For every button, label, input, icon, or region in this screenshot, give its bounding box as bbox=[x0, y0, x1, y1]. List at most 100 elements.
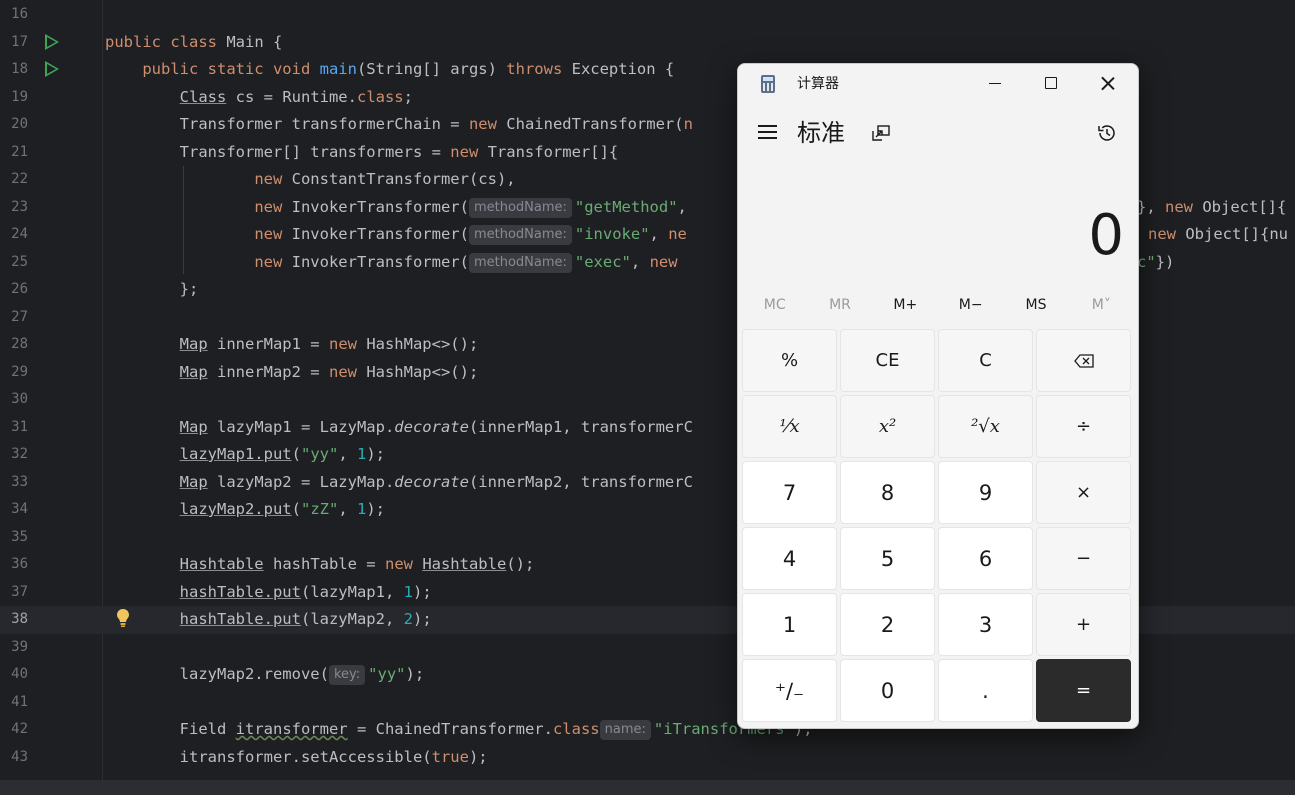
maximize-button[interactable] bbox=[1023, 64, 1079, 102]
add-button[interactable]: + bbox=[1036, 593, 1131, 656]
lightbulb-icon[interactable] bbox=[116, 608, 130, 628]
code-token: n bbox=[683, 115, 693, 133]
history-icon[interactable] bbox=[1096, 122, 1118, 144]
line-number[interactable]: 32 bbox=[0, 441, 28, 469]
calculator-window: 计算器 标准 0 MC MR M+ M− MS M˅ % CE C ⅟x x² … bbox=[737, 63, 1139, 729]
code-text: new ConstantTransformer(cs), bbox=[105, 166, 516, 194]
code-token: ConstantTransformer(cs), bbox=[291, 170, 516, 188]
code-token: HashMap<>(); bbox=[366, 362, 479, 381]
code-token: innerMap1 = bbox=[207, 335, 329, 353]
line-number[interactable]: 22 bbox=[0, 166, 28, 194]
code-token: 1 bbox=[403, 582, 413, 601]
memory-recall-button[interactable]: MR bbox=[807, 290, 872, 320]
line-number[interactable]: 34 bbox=[0, 496, 28, 524]
memory-add-button[interactable]: M+ bbox=[873, 290, 938, 320]
subtract-button[interactable]: − bbox=[1036, 527, 1131, 590]
line-number[interactable]: 25 bbox=[0, 249, 28, 277]
code-text: Field itransformer = ChainedTransformer.… bbox=[105, 716, 813, 744]
minimize-button[interactable] bbox=[967, 64, 1023, 102]
close-icon bbox=[1101, 76, 1115, 90]
line-number[interactable]: 19 bbox=[0, 84, 28, 112]
keep-on-top-icon[interactable] bbox=[872, 125, 890, 141]
decimal-button[interactable]: . bbox=[938, 659, 1033, 722]
line-number[interactable]: 42 bbox=[0, 716, 28, 744]
close-button[interactable] bbox=[1080, 64, 1136, 102]
line-number[interactable]: 27 bbox=[0, 304, 28, 332]
code-token: new bbox=[649, 252, 687, 271]
line-number[interactable]: 31 bbox=[0, 414, 28, 442]
line-number[interactable]: 40 bbox=[0, 661, 28, 689]
title-bar[interactable]: 计算器 bbox=[738, 64, 1138, 104]
code-token: "zZ" bbox=[300, 500, 339, 518]
divide-button[interactable]: ÷ bbox=[1036, 395, 1131, 458]
line-number[interactable]: 29 bbox=[0, 359, 28, 387]
line-number[interactable]: 24 bbox=[0, 221, 28, 249]
code-token: true bbox=[431, 747, 469, 766]
line-number[interactable]: 20 bbox=[0, 111, 28, 139]
line-number[interactable]: 23 bbox=[0, 194, 28, 222]
digit-9-button[interactable]: 9 bbox=[938, 461, 1033, 524]
digit-6-button[interactable]: 6 bbox=[938, 527, 1033, 590]
code-text: public static void main(String[] args) t… bbox=[105, 56, 674, 84]
digit-0-button[interactable]: 0 bbox=[840, 659, 935, 722]
digit-2-button[interactable]: 2 bbox=[840, 593, 935, 656]
digit-4-button[interactable]: 4 bbox=[742, 527, 837, 590]
line-number[interactable]: 35 bbox=[0, 524, 28, 552]
code-token: Hashtable bbox=[179, 555, 264, 573]
backspace-button[interactable] bbox=[1036, 329, 1131, 392]
reciprocal-button[interactable]: ⅟x bbox=[742, 395, 837, 458]
memory-list-button[interactable]: M˅ bbox=[1069, 290, 1134, 320]
clear-entry-button[interactable]: CE bbox=[840, 329, 935, 392]
line-number[interactable]: 33 bbox=[0, 469, 28, 497]
mode-title: 标准 bbox=[797, 119, 845, 147]
digit-8-button[interactable]: 8 bbox=[840, 461, 935, 524]
code-token: Transformer[]{ bbox=[487, 142, 619, 161]
code-token: "invoke" bbox=[574, 225, 650, 243]
memory-subtract-button[interactable]: M− bbox=[938, 290, 1003, 320]
line-number[interactable]: 30 bbox=[0, 386, 28, 414]
square-button[interactable]: x² bbox=[840, 395, 935, 458]
digit-3-button[interactable]: 3 bbox=[938, 593, 1033, 656]
code-line[interactable]: 16 bbox=[0, 1, 1295, 29]
run-main-icon[interactable] bbox=[45, 61, 59, 77]
memory-clear-button[interactable]: MC bbox=[742, 290, 807, 320]
code-token: decorate bbox=[394, 472, 469, 491]
line-number[interactable]: 38 bbox=[0, 606, 28, 634]
code-line[interactable]: 43 itransformer.setAccessible(true); bbox=[0, 744, 1295, 772]
digit-1-button[interactable]: 1 bbox=[742, 593, 837, 656]
line-number[interactable]: 26 bbox=[0, 276, 28, 304]
code-token: InvokerTransformer( bbox=[291, 197, 469, 216]
clear-button[interactable]: C bbox=[938, 329, 1033, 392]
line-number[interactable]: 17 bbox=[0, 29, 28, 57]
code-token: main bbox=[319, 60, 357, 78]
negate-button[interactable]: ⁺∕₋ bbox=[742, 659, 837, 722]
line-number[interactable]: 41 bbox=[0, 689, 28, 717]
code-token: Main { bbox=[226, 32, 283, 51]
line-number[interactable]: 18 bbox=[0, 56, 28, 84]
memory-store-button[interactable]: MS bbox=[1003, 290, 1068, 320]
digit-5-button[interactable]: 5 bbox=[840, 527, 935, 590]
equals-button[interactable]: = bbox=[1036, 659, 1131, 722]
minimize-icon bbox=[989, 82, 1001, 84]
navigation-menu-button[interactable] bbox=[758, 125, 777, 139]
line-number[interactable]: 39 bbox=[0, 634, 28, 662]
digit-7-button[interactable]: 7 bbox=[742, 461, 837, 524]
code-token: ; bbox=[403, 87, 413, 106]
square-root-button[interactable]: ²√x bbox=[938, 395, 1033, 458]
line-number[interactable]: 43 bbox=[0, 744, 28, 772]
horizontal-scrollbar[interactable] bbox=[0, 780, 1295, 795]
code-token: throws bbox=[506, 60, 572, 78]
run-class-icon[interactable] bbox=[45, 34, 59, 50]
multiply-button[interactable]: × bbox=[1036, 461, 1131, 524]
code-token: , bbox=[630, 252, 650, 271]
line-number[interactable]: 37 bbox=[0, 579, 28, 607]
percent-button[interactable]: % bbox=[742, 329, 837, 392]
code-token: lazyMap1 = LazyMap. bbox=[207, 417, 395, 436]
calculator-app-icon bbox=[761, 75, 775, 93]
line-number[interactable]: 21 bbox=[0, 139, 28, 167]
code-token: new bbox=[384, 555, 423, 573]
line-number[interactable]: 36 bbox=[0, 551, 28, 579]
code-line[interactable]: 17 public class Main { bbox=[0, 29, 1295, 57]
line-number[interactable]: 28 bbox=[0, 331, 28, 359]
line-number[interactable]: 16 bbox=[0, 1, 28, 29]
